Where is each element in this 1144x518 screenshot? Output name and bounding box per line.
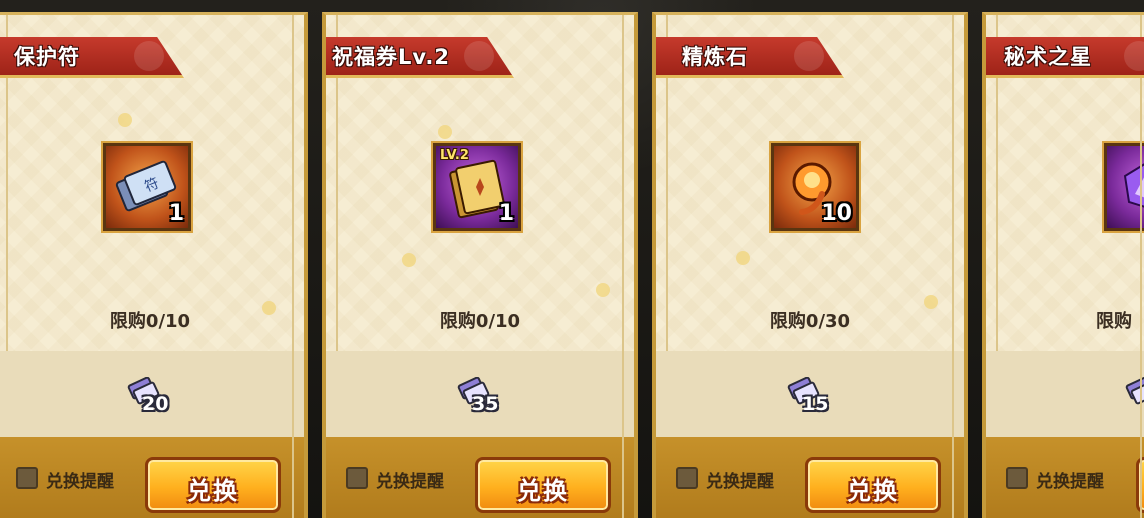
item-name-banner: 祝福券Lv.2 <box>326 37 514 78</box>
shop-card-secret-star: 秘术之星 限购 兑换提醒 兑 <box>982 12 1144 518</box>
purchase-limit: 限购0/10 <box>109 311 191 332</box>
item-name: 精炼石 <box>682 45 748 69</box>
decor-dot <box>736 251 750 265</box>
card-footer: 兑换提醒 兑换 <box>326 437 634 518</box>
purchase-limit: 限购0/10 <box>439 311 521 332</box>
emblem-icon <box>464 41 494 71</box>
cost-value: 20 <box>142 393 169 415</box>
remind-checkbox[interactable] <box>676 467 698 489</box>
decor-dot <box>118 113 132 127</box>
item-name-banner: 精炼石 <box>656 37 844 78</box>
remind-checkbox[interactable] <box>16 467 38 489</box>
cost-area: 20 <box>0 351 304 437</box>
card-footer: 兑换提醒 兑换 <box>0 437 304 518</box>
shop-card-refining-stone: 精炼石 10 限购0/30 15 兑换提醒 兑换 <box>652 12 968 518</box>
item-slot[interactable]: 10 <box>771 143 859 231</box>
item-count: 1 <box>168 201 184 226</box>
remind-label: 兑换提醒 <box>706 472 774 492</box>
remind-checkbox[interactable] <box>1006 467 1028 489</box>
redeem-button[interactable]: 兑 <box>1136 457 1144 513</box>
redeem-button-label: 兑换 <box>517 477 569 505</box>
card-footer: 兑换提醒 兑换 <box>656 437 964 518</box>
remind-label: 兑换提醒 <box>1036 472 1104 492</box>
cost-value: 35 <box>472 393 499 415</box>
remind-label: 兑换提醒 <box>376 472 444 492</box>
cost-area: 15 <box>656 351 964 437</box>
item-count: 1 <box>498 201 514 226</box>
cost-value: 15 <box>802 393 829 415</box>
shop-card-protection-charm: 保护符 符 1 限购0/10 20 兑换提醒 兑换 <box>0 12 308 518</box>
redeem-button[interactable]: 兑换 <box>805 457 941 513</box>
item-slot[interactable] <box>1104 143 1144 231</box>
decor-dot <box>438 125 452 139</box>
purchase-limit: 限购0/30 <box>769 311 851 332</box>
item-slot[interactable]: LV.2 1 <box>433 143 521 231</box>
item-name-banner: 秘术之星 <box>986 37 1144 78</box>
exchange-ticket-icon <box>1125 377 1144 405</box>
card-footer: 兑换提醒 兑 <box>986 437 1144 518</box>
emblem-icon <box>794 41 824 71</box>
item-count: 10 <box>821 201 852 226</box>
item-name-banner: 保护符 <box>0 37 184 78</box>
purchase-limit: 限购 <box>1096 311 1132 332</box>
redeem-button-label: 兑换 <box>187 477 239 505</box>
emblem-icon <box>134 41 164 71</box>
decor-dot <box>402 253 416 267</box>
secret-star-icon <box>1123 163 1144 208</box>
remind-checkbox[interactable] <box>346 467 368 489</box>
redeem-button[interactable]: 兑换 <box>475 457 611 513</box>
item-slot[interactable]: 符 1 <box>103 143 191 231</box>
item-name: 保护符 <box>14 45 80 69</box>
remind-label: 兑换提醒 <box>46 472 114 492</box>
cost-area: 35 <box>326 351 634 437</box>
redeem-button-label: 兑换 <box>847 477 899 505</box>
item-name: 秘术之星 <box>1004 45 1092 69</box>
cost-area <box>986 351 1144 437</box>
decor-dot <box>596 283 610 297</box>
redeem-button[interactable]: 兑换 <box>145 457 281 513</box>
item-name: 祝福券Lv.2 <box>332 45 450 69</box>
emblem-icon <box>1124 41 1144 71</box>
level-tag: LV.2 <box>440 148 469 163</box>
shop-card-blessing-ticket: 祝福券Lv.2 LV.2 1 限购0/10 35 兑换提醒 兑换 <box>322 12 638 518</box>
